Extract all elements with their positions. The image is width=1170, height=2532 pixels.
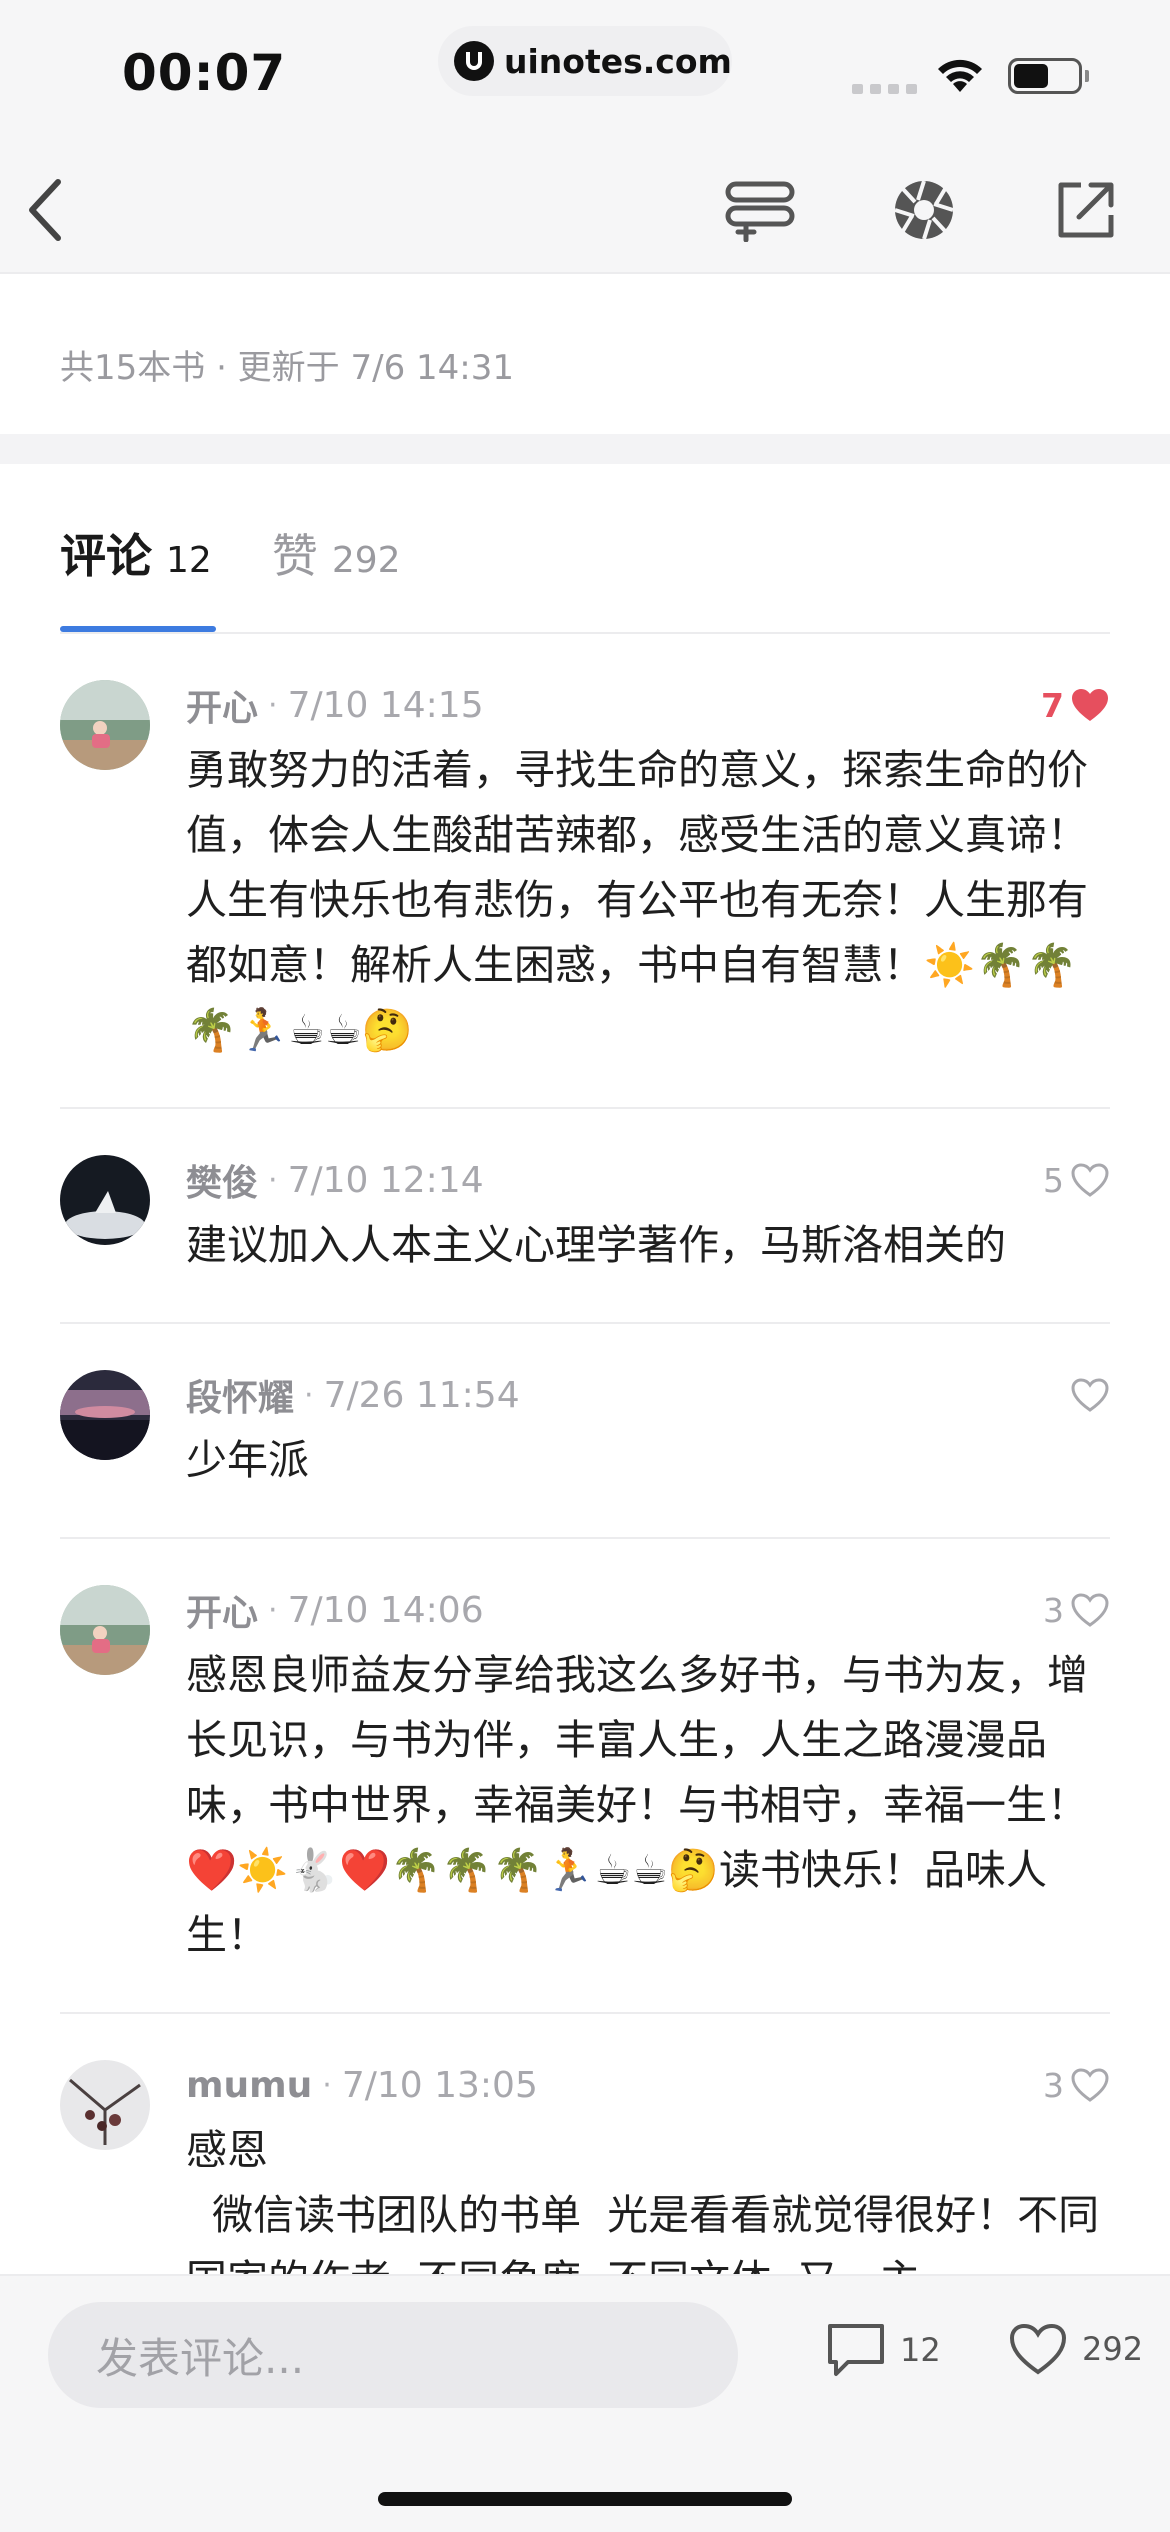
status-bar: 00:07 uinotes.com <box>0 0 1170 140</box>
avatar[interactable] <box>60 2060 150 2150</box>
add-to-list-button[interactable] <box>722 170 802 250</box>
heart-outline-icon <box>1009 2323 1067 2375</box>
heart-outline-icon <box>1071 1593 1109 1627</box>
like-list-button[interactable]: 292 <box>1008 2322 1143 2376</box>
heart-outline-icon <box>1071 1378 1109 1412</box>
battery-icon <box>1008 58 1082 94</box>
share-button[interactable] <box>1046 170 1126 250</box>
bottom-bar: 发表评论... 12 292 <box>0 2274 1170 2532</box>
site-logo-icon <box>454 41 494 81</box>
comment-time: 7/10 12:14 <box>287 1159 484 1201</box>
section-divider <box>0 434 1170 464</box>
like-count: 7 <box>1041 685 1064 725</box>
comment-item: 开心 · 7/10 14:15 7 勇敢努力的活着，寻找生命的意义，探索生命的价… <box>0 634 1170 1107</box>
comment-bubble-icon <box>828 2324 884 2376</box>
status-time: 00:07 <box>122 44 287 102</box>
battery-cap <box>1085 70 1089 82</box>
comments-count: 12 <box>900 2331 941 2369</box>
separator-dot: · <box>268 687 278 723</box>
separator-dot: · <box>268 1162 278 1198</box>
heart-filled-icon <box>1072 689 1108 721</box>
comment-text: 少年派 <box>186 1436 309 1484</box>
avatar[interactable] <box>60 1585 150 1675</box>
comment-time: 7/10 14:15 <box>287 684 484 726</box>
comment-text: 感恩良师益友分享给我这么多好书，与书为友，增长见识，与书为伴，丰富人生，人生之路… <box>186 1651 1088 1959</box>
comment-text: 建议加入人本主义心理学著作，马斯洛相关的 <box>186 1221 1006 1269</box>
tab-likes[interactable]: 赞 292 <box>272 520 401 586</box>
add-to-list-icon <box>725 181 795 242</box>
comment-item: mumu · 7/10 13:05 3 感恩 微信读书团队的书单 光是看看就觉得… <box>60 2012 1110 2274</box>
comment-time: 7/10 14:06 <box>287 1589 484 1631</box>
comment-input[interactable]: 发表评论... <box>48 2302 738 2408</box>
comment-item: 段怀耀 · 7/26 11:54 少年派 <box>60 1322 1110 1537</box>
tab-comments-label: 评论 <box>60 529 152 583</box>
nav-bar <box>0 140 1170 274</box>
cellular-signal-icon <box>852 84 917 94</box>
comment-author[interactable]: 开心 <box>186 679 258 731</box>
comment-author[interactable]: 段怀耀 <box>186 1369 294 1421</box>
comment-time: 7/26 11:54 <box>323 1374 520 1416</box>
like-button[interactable]: 3 <box>1043 1591 1110 1630</box>
tab-comments[interactable]: 评论 12 <box>60 520 212 586</box>
avatar[interactable] <box>60 1155 150 1245</box>
like-count: 3 <box>1043 1590 1064 1630</box>
heart-outline-icon <box>1071 2068 1109 2102</box>
like-count: 5 <box>1043 1160 1064 1200</box>
avatar[interactable] <box>60 1370 150 1460</box>
like-button[interactable] <box>1064 1377 1110 1413</box>
comment-text: 感恩 微信读书团队的书单 光是看看就觉得很好！不同国家的作者 不同角度 不同文体… <box>186 2126 1100 2274</box>
avatar[interactable] <box>60 680 150 770</box>
like-count: 3 <box>1043 2065 1064 2105</box>
wifi-icon <box>934 52 986 98</box>
tab-bar: 评论 12 赞 292 <box>60 520 461 586</box>
comment-item: 开心 · 7/10 14:06 3 感恩良师益友分享给我这么多好书，与书为友，增… <box>60 1537 1110 2012</box>
comment-item: 樊俊 · 7/10 12:14 5 建议加入人本主义心理学著作，马斯洛相关的 <box>60 1107 1110 1322</box>
chevron-left-icon <box>29 179 61 241</box>
likes-count: 292 <box>1082 2330 1144 2368</box>
back-button[interactable] <box>4 170 84 250</box>
tab-likes-label: 赞 <box>271 529 318 583</box>
separator-dot: · <box>268 1592 278 1628</box>
aperture-icon <box>894 180 954 240</box>
comment-author[interactable]: 开心 <box>186 1584 258 1636</box>
comment-text: 勇敢努力的活着，寻找生命的意义，探索生命的价值，体会人生酸甜苦辣都，感受生活的意… <box>186 746 1088 1054</box>
booklist-summary: 共15本书 · 更新于 7/6 14:31 <box>60 348 515 388</box>
comment-author[interactable]: 樊俊 <box>186 1154 258 1206</box>
like-button[interactable]: 5 <box>1043 1161 1110 1200</box>
comment-list[interactable]: 开心 · 7/10 14:15 7 勇敢努力的活着，寻找生命的意义，探索生命的价… <box>0 634 1170 2274</box>
like-button[interactable]: 3 <box>1043 2066 1110 2105</box>
like-button[interactable]: 7 <box>1041 686 1110 725</box>
home-indicator <box>378 2492 792 2506</box>
heart-outline-icon <box>1071 1163 1109 1197</box>
tab-likes-count: 292 <box>331 540 401 581</box>
share-icon <box>1058 182 1114 238</box>
tab-comments-count: 12 <box>166 540 212 581</box>
separator-dot: · <box>322 2067 332 2103</box>
url-pill[interactable]: uinotes.com <box>438 26 732 96</box>
comment-time: 7/10 13:05 <box>341 2064 538 2106</box>
separator-dot: · <box>304 1377 314 1413</box>
comment-author[interactable]: mumu <box>186 2065 312 2106</box>
comment-input-placeholder: 发表评论... <box>96 2333 305 2383</box>
aperture-button[interactable] <box>884 170 964 250</box>
comments-button[interactable]: 12 <box>826 2322 941 2378</box>
url-text: uinotes.com <box>504 41 732 81</box>
